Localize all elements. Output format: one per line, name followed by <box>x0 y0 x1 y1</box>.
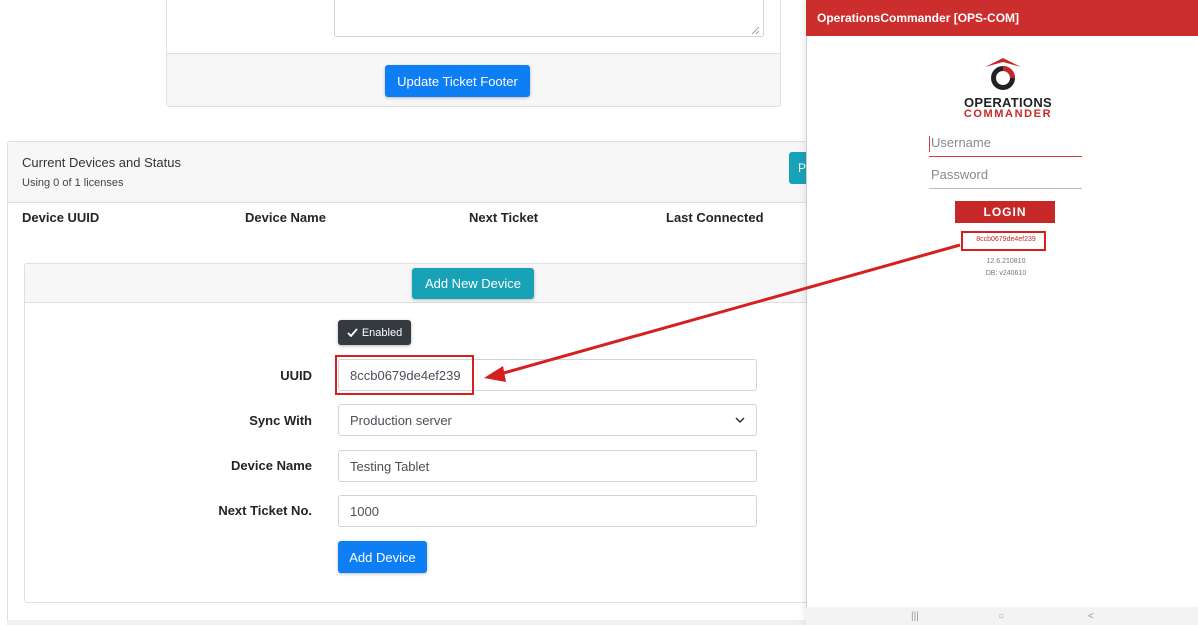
column-header-device-name: Device Name <box>245 210 326 225</box>
enabled-toggle[interactable]: Enabled <box>338 320 411 345</box>
device-name-label: Device Name <box>231 458 312 473</box>
license-usage-text: Using 0 of 1 licenses <box>22 177 124 189</box>
recent-apps-icon[interactable]: ||| <box>911 611 919 622</box>
ticket-footer-textarea[interactable] <box>334 0 764 37</box>
add-device-button[interactable]: Add Device <box>338 541 427 573</box>
tablet-screen <box>806 0 1198 625</box>
tablet-password-field[interactable]: Password <box>929 167 1082 189</box>
sync-with-select[interactable]: Production server <box>338 404 757 436</box>
uuid-label: UUID <box>280 368 312 383</box>
tablet-db-version: DB: v240610 <box>985 270 1027 277</box>
brand-name-line2: COMMANDER <box>963 108 1053 120</box>
back-icon[interactable]: < <box>1088 611 1094 622</box>
devices-title: Current Devices and Status <box>22 155 181 170</box>
sync-with-label: Sync With <box>249 413 312 428</box>
next-ticket-input[interactable]: 1000 <box>338 495 757 527</box>
tablet-app-version: 12.6.210810 <box>986 258 1026 265</box>
devices-card-header <box>8 142 806 203</box>
tablet-username-field[interactable]: Username <box>929 135 1082 157</box>
next-ticket-label: Next Ticket No. <box>218 503 312 518</box>
checkmark-icon <box>347 328 358 337</box>
column-header-device-uuid: Device UUID <box>22 210 100 225</box>
add-new-device-button[interactable]: Add New Device <box>412 268 534 299</box>
enabled-label: Enabled <box>361 326 403 339</box>
tablet-uuid-highlight-box <box>961 231 1046 251</box>
column-header-last-connected: Last Connected <box>666 210 764 225</box>
column-header-next-ticket: Next Ticket <box>469 210 539 225</box>
next-card-edge <box>7 620 807 625</box>
uuid-highlight-box <box>335 355 474 395</box>
device-name-input[interactable]: Testing Tablet <box>338 450 757 482</box>
operations-commander-logo-icon <box>985 58 1021 90</box>
text-cursor <box>929 136 930 152</box>
resize-grip-icon[interactable] <box>751 26 760 35</box>
home-icon[interactable]: ○ <box>998 611 1004 622</box>
tablet-title-bar: OperationsCommander [OPS-COM] <box>806 0 1198 36</box>
update-ticket-footer-button[interactable]: Update Ticket Footer <box>385 65 530 97</box>
chevron-down-icon <box>735 416 745 423</box>
tablet-login-button[interactable]: LOGIN <box>955 201 1055 223</box>
sync-with-selected-value: Production server <box>350 412 452 428</box>
